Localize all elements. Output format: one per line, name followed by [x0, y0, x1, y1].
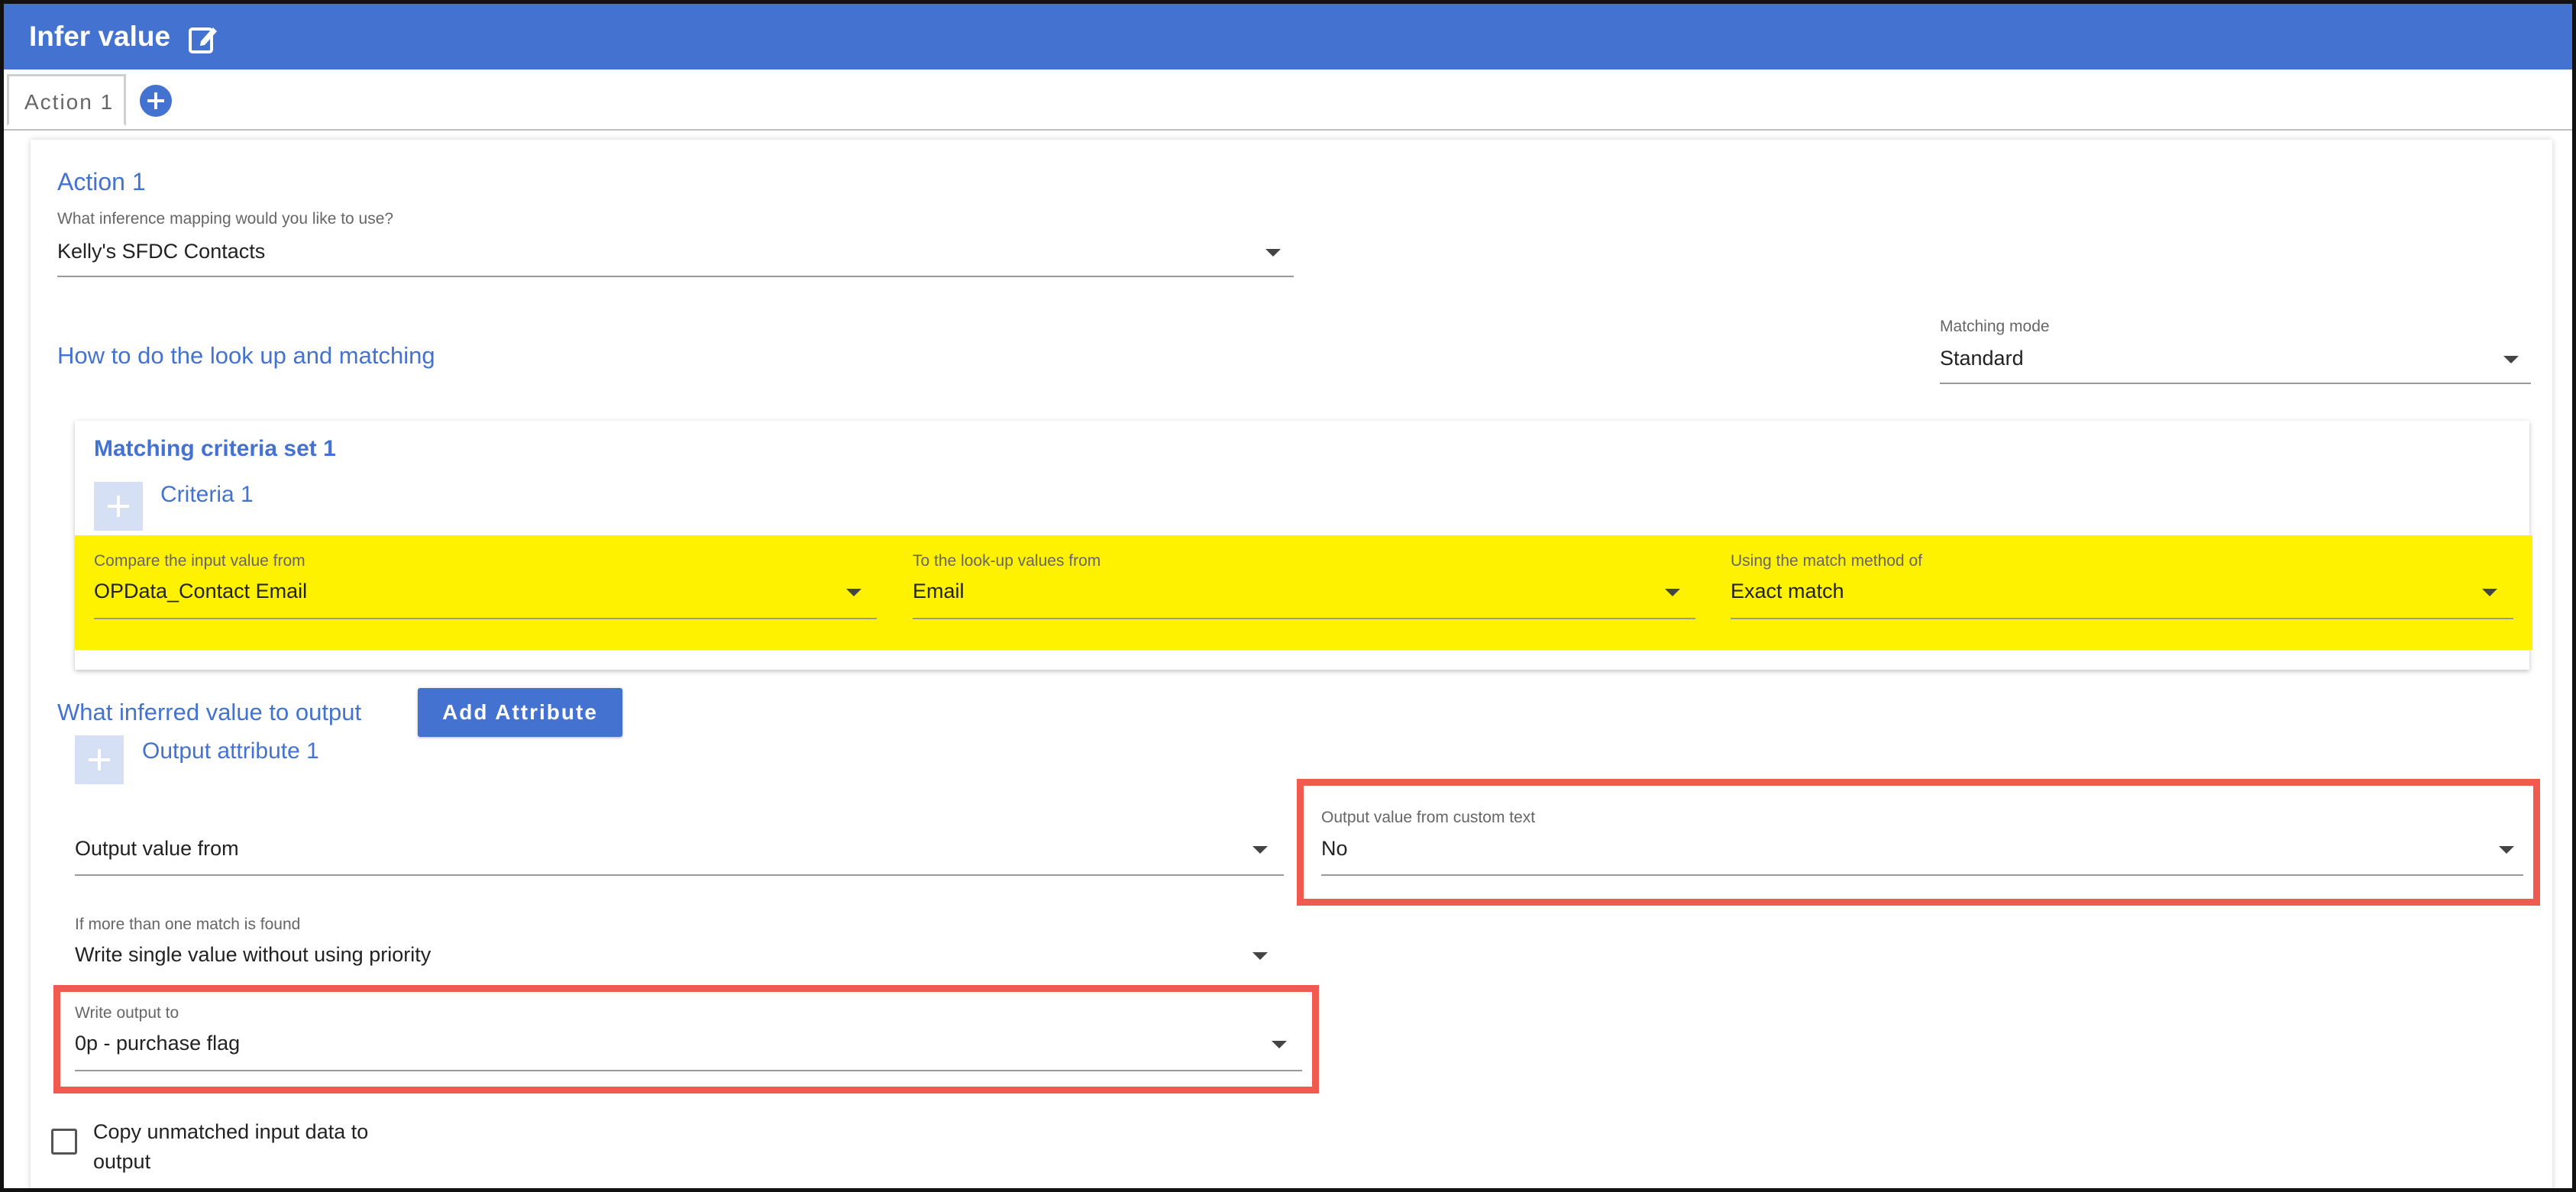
output-value-from-value: Output value from [75, 837, 239, 860]
match-method-underline [1731, 618, 2513, 619]
match-method-value: Exact match [1731, 580, 1844, 602]
action-card: Action 1 What inference mapping would yo… [31, 140, 2552, 1188]
page-title: Infer value [29, 21, 171, 52]
add-attribute-button[interactable]: Add Attribute [418, 688, 622, 737]
criteria-highlight: Compare the input value from OPData_Cont… [75, 535, 2532, 650]
lookup-heading: How to do the look up and matching [57, 342, 435, 369]
chevron-down-icon [846, 589, 861, 596]
compare-from-label: Compare the input value from [94, 552, 305, 570]
compare-from-value: OPData_Contact Email [94, 580, 308, 602]
app-window: Infer value Action 1 Action 1 What infer… [0, 0, 2576, 1192]
matching-mode-value: Standard [1940, 347, 2024, 370]
add-criteria-button[interactable] [94, 482, 143, 531]
lookup-from-value: Email [913, 580, 965, 602]
criteria-label: Criteria 1 [160, 482, 254, 507]
multi-match-value: Write single value without using priorit… [75, 943, 431, 966]
chevron-down-icon [1252, 846, 1268, 854]
chevron-down-icon [2482, 589, 2497, 596]
matching-mode-label: Matching mode [1940, 318, 2050, 335]
tab-bar: Action 1 [4, 69, 2572, 131]
tab-label: Action 1 [24, 90, 115, 114]
mapping-label: What inference mapping would you like to… [57, 210, 394, 228]
mapping-value: Kelly's SFDC Contacts [57, 240, 266, 263]
add-output-attribute-button[interactable] [75, 735, 124, 784]
criteria-set-title: Matching criteria set 1 [94, 436, 336, 461]
output-attribute-label: Output attribute 1 [142, 738, 319, 764]
lookup-from-underline [913, 618, 1695, 619]
edit-icon[interactable] [187, 23, 219, 55]
matching-mode-underline [1940, 383, 2531, 384]
action-title: Action 1 [57, 168, 146, 195]
chevron-down-icon [1252, 952, 1268, 960]
annotation-box-write-output [53, 985, 1319, 1093]
copy-unmatched-label: Copy unmatched input data to output [93, 1120, 369, 1173]
plus-circle-icon[interactable] [140, 85, 172, 117]
output-heading: What inferred value to output [57, 699, 362, 725]
header-bar: Infer value [4, 4, 2572, 69]
multi-match-label: If more than one match is found [75, 916, 301, 933]
output-value-from-underline [75, 874, 1284, 876]
chevron-down-icon [2503, 356, 2519, 363]
compare-from-underline [94, 618, 877, 619]
lookup-from-label: To the look-up values from [913, 552, 1101, 570]
match-method-label: Using the match method of [1731, 552, 1922, 570]
mapping-underline [57, 276, 1294, 277]
chevron-down-icon [1265, 249, 1281, 257]
tab-action-1[interactable]: Action 1 [7, 74, 126, 126]
copy-unmatched-checkbox[interactable] [51, 1129, 77, 1155]
chevron-down-icon [1665, 589, 1680, 596]
annotation-box-custom-text [1297, 779, 2540, 906]
